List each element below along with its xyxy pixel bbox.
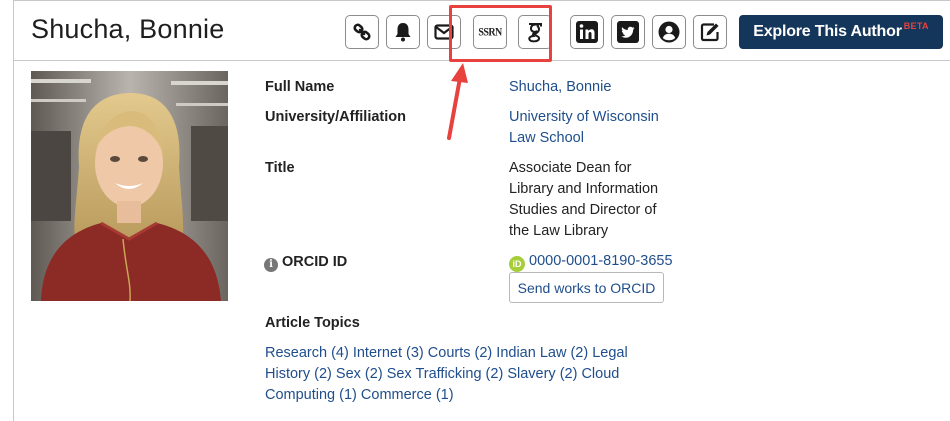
topic-link[interactable]: Sex Trafficking (2) [387, 366, 504, 382]
profile-button[interactable] [652, 15, 686, 49]
author-profile-panel: Shucha, Bonnie SSRN Explore This Author … [13, 0, 950, 421]
explore-author-button[interactable]: Explore This Author BETA [739, 15, 943, 49]
google-scholar-icon [528, 23, 542, 43]
linkedin-icon [576, 21, 598, 43]
article-topics-list: Research (4) Internet (3) Courts (2) Ind… [265, 343, 665, 406]
link-icon [353, 23, 371, 41]
author-photo [31, 71, 228, 301]
topic-link[interactable]: Indian Law (2) [496, 345, 588, 361]
orcid-label: ORCID ID [282, 254, 348, 270]
topic-link[interactable]: Research (4) [265, 345, 349, 361]
topic-link[interactable]: Slavery (2) [507, 366, 577, 382]
email-button[interactable] [427, 15, 461, 49]
affiliation-line: Law School [509, 130, 584, 146]
affiliation-value[interactable]: University of Wisconsin Law School [509, 107, 689, 149]
title-label: Title [265, 160, 295, 176]
orcid-label-row: i ORCID ID [264, 254, 347, 272]
google-scholar-button[interactable] [518, 15, 552, 49]
topic-link[interactable]: Sex (2) [336, 366, 383, 382]
ssrn-icon: SSRN [478, 25, 502, 39]
copy-link-button[interactable] [345, 15, 379, 49]
info-icon[interactable]: i [264, 258, 278, 272]
full-name-label: Full Name [265, 79, 335, 95]
user-circle-icon [658, 21, 680, 43]
twitter-button[interactable] [611, 15, 645, 49]
ssrn-button[interactable]: SSRN [473, 15, 507, 49]
profile-header: Shucha, Bonnie SSRN Explore This Author … [14, 1, 950, 61]
affiliation-line: University of Wisconsin [509, 109, 659, 125]
author-name-heading: Shucha, Bonnie [31, 14, 225, 44]
orcid-icon: iD [509, 256, 525, 272]
twitter-icon [617, 21, 639, 43]
edit-button[interactable] [693, 15, 727, 49]
topic-link[interactable]: Internet (3) [353, 345, 424, 361]
topic-link[interactable]: Courts (2) [428, 345, 492, 361]
title-line: the Law Library [509, 223, 609, 239]
title-line: Library and Information [509, 181, 659, 197]
explore-author-label: Explore This Author [753, 23, 902, 40]
orcid-value-row[interactable]: iD 0000-0001-8190-3655 [509, 251, 709, 272]
topic-link[interactable]: Commerce (1) [361, 387, 454, 403]
bell-icon [395, 23, 411, 42]
alert-button[interactable] [386, 15, 420, 49]
title-line: Associate Dean for [509, 160, 632, 176]
envelope-icon [434, 24, 454, 40]
orcid-id-link: 0000-0001-8190-3655 [529, 253, 673, 269]
edit-icon [700, 23, 719, 42]
beta-badge: BETA [903, 21, 929, 31]
full-name-value[interactable]: Shucha, Bonnie [509, 77, 689, 98]
title-value: Associate Dean for Library and Informati… [509, 158, 689, 242]
title-line: Studies and Director of [509, 202, 657, 218]
article-topics-label: Article Topics [265, 315, 360, 331]
affiliation-label: University/Affiliation [265, 109, 406, 125]
send-to-orcid-button[interactable]: Send works to ORCID [509, 272, 664, 303]
linkedin-button[interactable] [570, 15, 604, 49]
